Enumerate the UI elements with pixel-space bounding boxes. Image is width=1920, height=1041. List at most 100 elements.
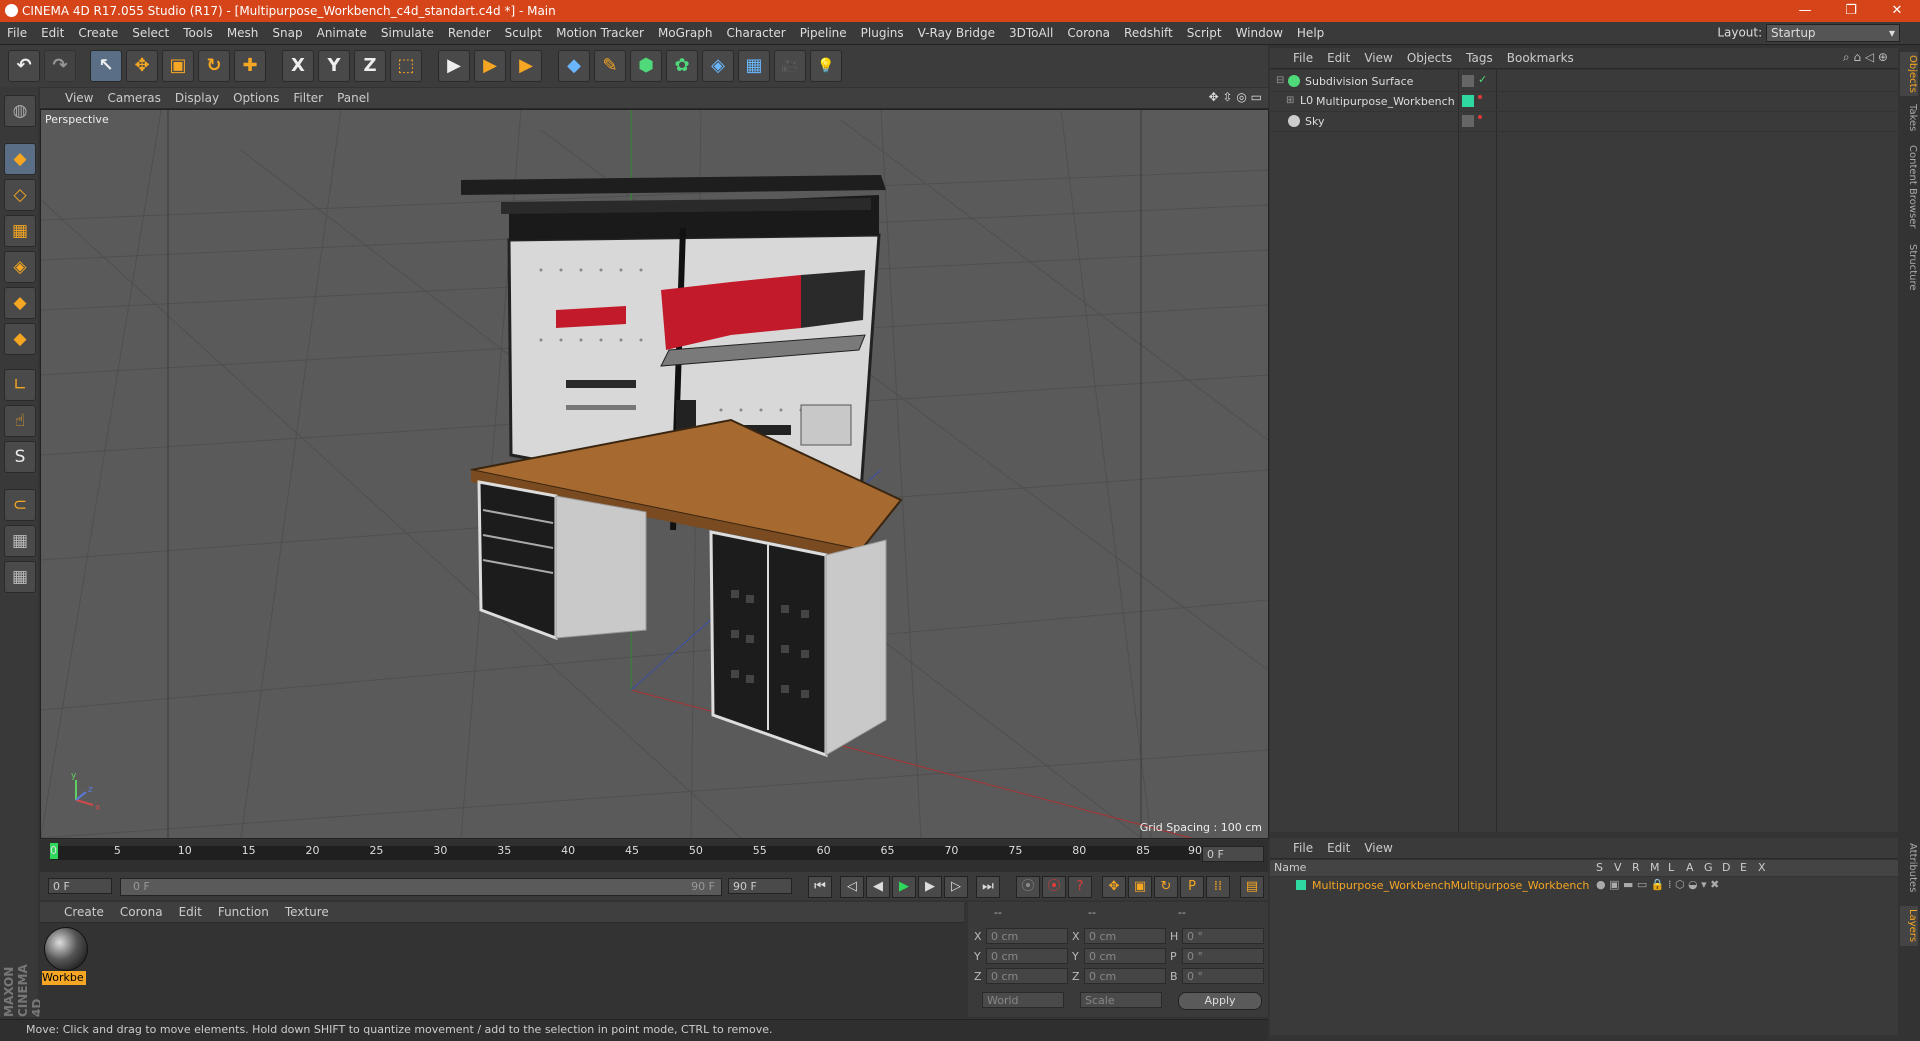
material-menu-function[interactable]: Function <box>210 902 277 922</box>
go-to-end-icon[interactable]: ⏭ <box>976 876 1000 898</box>
viewport-menu-view[interactable]: View <box>58 88 100 108</box>
menu-edit[interactable]: Edit <box>34 22 71 44</box>
menu-pipeline[interactable]: Pipeline <box>793 22 854 44</box>
coord-size-y-field[interactable]: 0 cm <box>1084 948 1166 964</box>
last-tool-button[interactable]: ✚ <box>234 50 266 82</box>
menu-select[interactable]: Select <box>125 22 176 44</box>
enable-axis-icon[interactable]: ∟ <box>4 369 36 401</box>
tab-structure[interactable]: Structure <box>1900 240 1918 294</box>
play-icon[interactable]: ▶ <box>892 876 916 898</box>
go-to-start-icon[interactable]: ⏮ <box>808 876 832 898</box>
render-view-button[interactable]: ▶ <box>438 50 470 82</box>
coord-size-z-field[interactable]: 0 cm <box>1084 968 1166 984</box>
layer-col-g[interactable]: G <box>1704 861 1713 874</box>
layer-color-swatch[interactable] <box>1296 880 1306 890</box>
tab-takes[interactable]: Takes <box>1900 102 1918 134</box>
deformer-button[interactable]: ◈ <box>702 50 734 82</box>
light-button[interactable]: 💡 <box>810 50 842 82</box>
layer-col-r[interactable]: R <box>1632 861 1640 874</box>
key-position-icon[interactable]: ✥ <box>1102 876 1126 898</box>
tab-layers[interactable]: Layers <box>1900 906 1918 946</box>
object-row-subdivision[interactable]: ⊟ Subdivision Surface ✓ <box>1270 72 1898 92</box>
apply-button[interactable]: Apply <box>1178 992 1262 1010</box>
keyframe-selection-icon[interactable]: ? <box>1068 876 1092 898</box>
texture-mode-icon[interactable]: ◇ <box>4 179 36 211</box>
next-frame-icon[interactable]: ▶ <box>918 876 942 898</box>
menu-mesh[interactable]: Mesh <box>220 22 266 44</box>
cloner-button[interactable]: ✿ <box>666 50 698 82</box>
object-menu-view[interactable]: View <box>1357 48 1399 68</box>
material-menu-texture[interactable]: Texture <box>277 902 337 922</box>
tab-attributes[interactable]: Attributes <box>1900 838 1918 898</box>
coord-mode-dropdown[interactable]: World <box>982 992 1064 1008</box>
coord-rot-p-field[interactable]: 0 ° <box>1182 948 1264 964</box>
workplane-mode-icon[interactable]: ▦ <box>4 215 36 247</box>
viewport-menu-options[interactable]: Options <box>226 88 286 108</box>
layer-col-s[interactable]: S <box>1596 861 1603 874</box>
object-search-icon[interactable]: ⌕ ⌂ ◁ ⊕ <box>1843 50 1888 65</box>
coord-pos-z-field[interactable]: 0 cm <box>986 968 1068 984</box>
layer-row[interactable]: Multipurpose_WorkbenchMultipurpose_Workb… <box>1270 877 1898 895</box>
coord-rot-b-field[interactable]: 0 ° <box>1182 968 1264 984</box>
material-name[interactable]: Workbe <box>42 971 86 985</box>
minimize-button[interactable]: — <box>1782 0 1828 22</box>
object-mode-icon[interactable]: ◆ <box>4 143 36 175</box>
key-pla-icon[interactable]: ⁞⁞ <box>1206 876 1230 898</box>
floor-button[interactable]: ▦ <box>738 50 770 82</box>
menu-vray-bridge[interactable]: V-Ray Bridge <box>911 22 1002 44</box>
material-menu-create[interactable]: Create <box>56 902 112 922</box>
menu-plugins[interactable]: Plugins <box>854 22 911 44</box>
render-picture-viewer-button[interactable]: ▶ <box>474 50 506 82</box>
next-key-icon[interactable]: ▷ <box>944 876 968 898</box>
tab-content-browser[interactable]: Content Browser <box>1900 142 1918 232</box>
material-preview-ball[interactable] <box>44 927 88 971</box>
menu-script[interactable]: Script <box>1180 22 1229 44</box>
scale-tool-button[interactable]: ▣ <box>162 50 194 82</box>
restore-button[interactable]: ❐ <box>1828 0 1874 22</box>
menu-corona[interactable]: Corona <box>1060 22 1117 44</box>
menu-tools[interactable]: Tools <box>176 22 220 44</box>
solo-mode-icon[interactable]: S <box>4 441 36 473</box>
menu-help[interactable]: Help <box>1290 22 1331 44</box>
layer-menu-edit[interactable]: Edit <box>1320 838 1357 858</box>
layer-col-l[interactable]: L <box>1668 861 1674 874</box>
workplane-lock-icon[interactable]: ▦ <box>4 525 36 557</box>
menu-sculpt[interactable]: Sculpt <box>498 22 549 44</box>
object-row-workbench[interactable]: ⊞ L0 Multipurpose_Workbench <box>1270 92 1898 112</box>
close-button[interactable]: ✕ <box>1874 0 1920 22</box>
material-menu-edit[interactable]: Edit <box>171 902 210 922</box>
edges-mode-icon[interactable]: ◆ <box>4 287 36 319</box>
object-menu-objects[interactable]: Objects <box>1400 48 1459 68</box>
polygons-mode-icon[interactable]: ◆ <box>4 323 36 355</box>
layer-col-x[interactable]: X <box>1758 861 1766 874</box>
object-menu-tags[interactable]: Tags <box>1459 48 1500 68</box>
object-menu-edit[interactable]: Edit <box>1320 48 1357 68</box>
perspective-viewport[interactable]: y x z Perspective Grid Spacing : 100 cm <box>40 109 1269 839</box>
previous-key-icon[interactable]: ◁ <box>840 876 864 898</box>
layout-dropdown[interactable]: Startup <box>1766 24 1900 42</box>
undo-button[interactable]: ↶ <box>8 50 40 82</box>
menu-animate[interactable]: Animate <box>310 22 374 44</box>
viewport-menu-filter[interactable]: Filter <box>286 88 330 108</box>
visibility-dot-icon[interactable] <box>1478 115 1482 119</box>
menu-render[interactable]: Render <box>441 22 498 44</box>
layer-col-m[interactable]: M <box>1650 861 1660 874</box>
layer-col-e[interactable]: E <box>1740 861 1747 874</box>
move-tool-button[interactable]: ✥ <box>126 50 158 82</box>
layer-menu-view[interactable]: View <box>1357 838 1399 858</box>
menu-motion-tracker[interactable]: Motion Tracker <box>549 22 651 44</box>
layer-col-v[interactable]: V <box>1614 861 1622 874</box>
key-parameter-icon[interactable]: P <box>1180 876 1204 898</box>
key-scale-icon[interactable]: ▣ <box>1128 876 1152 898</box>
cube-object-button[interactable]: ◆ <box>558 50 590 82</box>
coord-rot-h-field[interactable]: 0 ° <box>1182 928 1264 944</box>
object-menu-bookmarks[interactable]: Bookmarks <box>1500 48 1581 68</box>
layer-color-icon[interactable] <box>1462 95 1474 107</box>
timeline-ruler[interactable]: 0 5 10 15 20 25 30 35 40 45 50 55 60 65 70 75 80 85 90 0 F <box>40 840 1268 872</box>
z-axis-button[interactable]: Z <box>354 50 386 82</box>
pen-tool-button[interactable]: ✎ <box>594 50 626 82</box>
viewport-nav-icons[interactable]: ✥ ⇳ ◎ ▭ <box>1209 90 1262 104</box>
camera-button[interactable]: 🎥 <box>774 50 806 82</box>
tab-objects[interactable]: Objects <box>1900 52 1918 96</box>
previous-frame-icon[interactable]: ◀ <box>866 876 890 898</box>
